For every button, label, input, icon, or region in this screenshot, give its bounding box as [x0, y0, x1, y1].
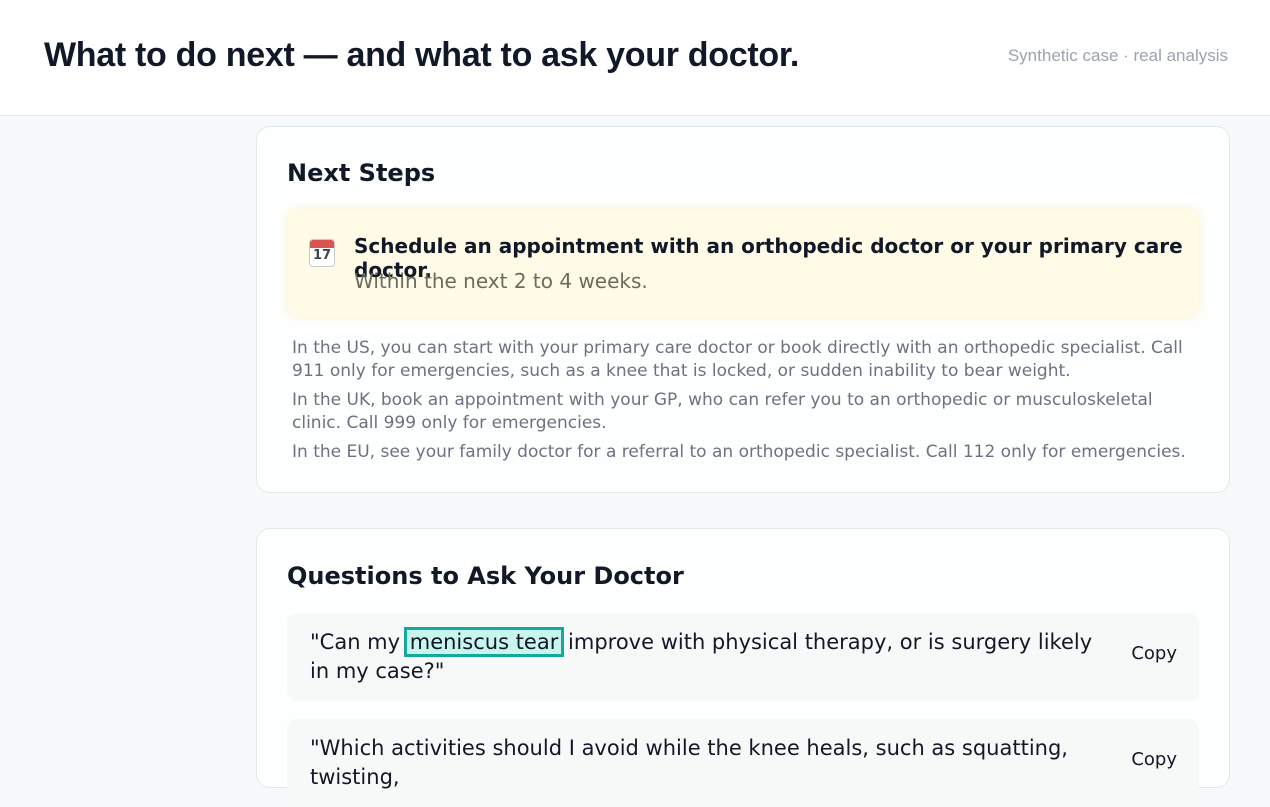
calendar-day: 17	[312, 248, 332, 263]
next-steps-card: Next Steps 17 Schedule an appointment wi…	[256, 126, 1230, 493]
question-item: "Can my meniscus tear improve with physi…	[287, 613, 1199, 701]
question-item: "Which activities should I avoid while t…	[287, 719, 1199, 807]
region-guidance: In the US, you can start with your prima…	[292, 337, 1207, 470]
question-text: "Can my meniscus tear improve with physi…	[310, 627, 1100, 686]
region-uk-text: In the UK, book an appointment with your…	[292, 390, 1153, 433]
question-text: "Which activities should I avoid while t…	[310, 734, 1100, 792]
region-us-text: In the US, you can start with your prima…	[292, 338, 1183, 381]
region-eu-text: In the EU, see your family doctor for a …	[292, 442, 1186, 462]
calendar-icon: 17	[309, 239, 335, 267]
copy-button[interactable]: Copy	[1131, 643, 1177, 664]
page-meta: Synthetic case · real analysis	[1007, 46, 1228, 65]
callout-subtitle: Within the next 2 to 4 weeks.	[354, 269, 648, 293]
appointment-callout: 17 Schedule an appointment with an ortho…	[287, 209, 1199, 317]
questions-card: Questions to Ask Your Doctor "Can my men…	[256, 528, 1230, 807]
top-header: What to do next — and what to ask your d…	[0, 0, 1270, 116]
highlighted-term[interactable]: meniscus tear	[403, 627, 565, 657]
next-steps-title: Next Steps	[287, 159, 436, 187]
question-prefix: "Can my	[310, 630, 401, 654]
page-title: What to do next — and what to ask your d…	[44, 36, 800, 74]
questions-title: Questions to Ask Your Doctor	[287, 562, 684, 590]
question-prefix: "Which activities should I avoid while t…	[310, 736, 1068, 789]
